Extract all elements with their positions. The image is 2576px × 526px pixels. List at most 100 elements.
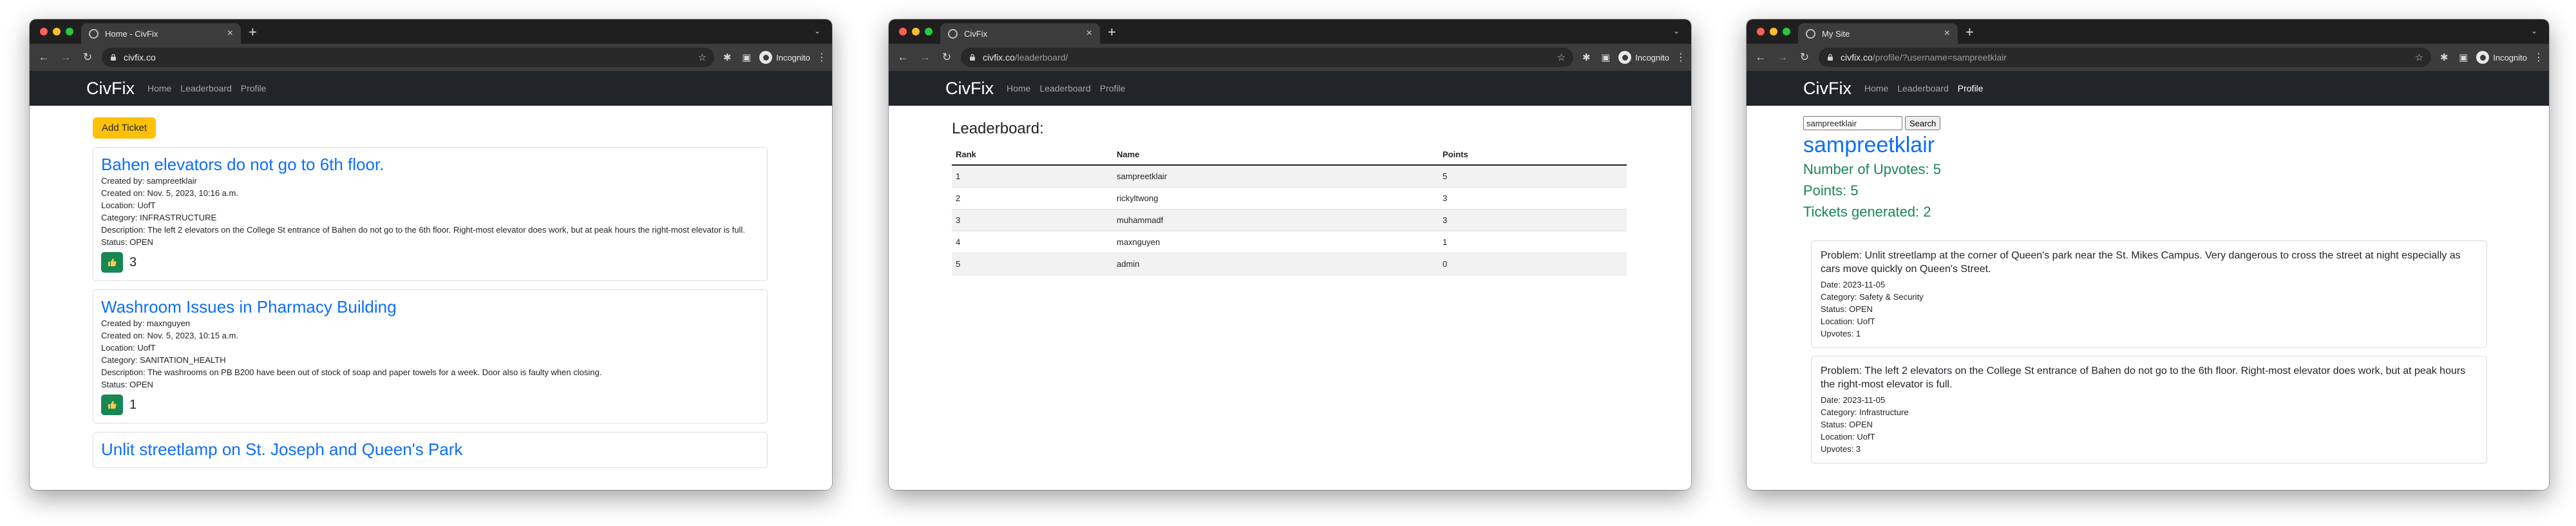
back-arrow-icon[interactable]: ← [36, 51, 52, 64]
browser-tab[interactable]: Home - CivFix × [81, 23, 241, 44]
maximize-window-button[interactable] [66, 28, 73, 35]
profile-username: sampreetklair [1803, 133, 1935, 157]
nav-link-profile[interactable]: Profile [241, 83, 267, 93]
browser-tab[interactable]: My Site × [1798, 23, 1958, 44]
new-tab-button[interactable]: + [1108, 25, 1116, 39]
reload-icon[interactable]: ↻ [80, 51, 95, 64]
nav-link-leaderboard[interactable]: Leaderboard [180, 83, 231, 93]
upvote-button[interactable] [101, 394, 123, 415]
nav-link-home[interactable]: Home [1007, 83, 1030, 93]
upvote-row: 3 [101, 252, 759, 273]
upvote-button[interactable] [101, 252, 123, 273]
name-cell: admin [1113, 253, 1439, 275]
incognito-indicator[interactable]: Incognito [759, 51, 810, 64]
incognito-indicator[interactable]: Incognito [2476, 51, 2527, 64]
chevron-down-icon[interactable]: ⌄ [814, 26, 820, 35]
tab-strip: My Site × + ⌄ [1747, 19, 2549, 44]
nav-link-leaderboard[interactable]: Leaderboard [1039, 83, 1090, 93]
puzzle-icon[interactable]: ✱ [1580, 52, 1593, 63]
reload-icon[interactable]: ↻ [939, 51, 954, 64]
close-tab-icon[interactable]: × [227, 28, 233, 39]
sidepanel-icon[interactable]: ▣ [740, 52, 753, 63]
add-ticket-button[interactable]: Add Ticket [93, 117, 156, 139]
tab-title: My Site [1822, 28, 1850, 39]
minimize-window-button[interactable] [912, 28, 920, 35]
forward-arrow-icon[interactable]: → [58, 51, 73, 64]
more-menu-icon[interactable]: ⋮ [1676, 51, 1686, 64]
browser-toolbar: ← → ↻ civfix.co/leaderboard/ ☆ ✱ ▣ Incog… [889, 44, 1691, 71]
ticket-location: Location: UofT [101, 200, 156, 210]
sidepanel-icon[interactable]: ▣ [2457, 52, 2470, 63]
brand-logo[interactable]: CivFix [1803, 79, 1852, 99]
back-arrow-icon[interactable]: ← [1753, 51, 1768, 64]
nav-link-home[interactable]: Home [1864, 83, 1888, 93]
star-icon[interactable]: ☆ [698, 52, 706, 63]
more-menu-icon[interactable]: ⋮ [2533, 51, 2544, 64]
upvote-count: 3 [129, 255, 137, 269]
browser-window-profile: My Site × + ⌄ ← → ↻ civfix.co/profile/?u… [1747, 19, 2549, 490]
username-search-input[interactable] [1803, 116, 1902, 130]
ticket-title-link[interactable]: Washroom Issues in Pharmacy Building [101, 297, 759, 317]
back-arrow-icon[interactable]: ← [895, 51, 911, 64]
nav-link-leaderboard[interactable]: Leaderboard [1897, 83, 1948, 93]
points-stat: Points: 5 [1803, 182, 1859, 199]
problem-category: Category: Safety & Security [1821, 292, 1924, 302]
maximize-window-button[interactable] [1783, 28, 1790, 35]
name-cell: rickyltwong [1113, 187, 1439, 209]
star-icon[interactable]: ☆ [1557, 52, 1566, 63]
close-window-button[interactable] [1757, 28, 1765, 35]
points-cell: 5 [1439, 165, 1627, 188]
chevron-down-icon[interactable]: ⌄ [1673, 26, 1680, 35]
puzzle-icon[interactable]: ✱ [2438, 52, 2450, 63]
browser-window-home: Home - CivFix × + ⌄ ← → ↻ civfix.co ☆ ✱ … [30, 19, 832, 490]
column-header-points: Points [1439, 144, 1627, 166]
minimize-window-button[interactable] [1770, 28, 1777, 35]
url-host: civfix.co [1841, 52, 1873, 63]
rank-cell: 5 [952, 253, 1113, 275]
address-bar[interactable]: civfix.co/leaderboard/ ☆ [961, 48, 1574, 67]
reload-icon[interactable]: ↻ [1797, 51, 1812, 64]
nav-link-home[interactable]: Home [147, 83, 171, 93]
ticket-category: Category: SANITATION_HEALTH [101, 355, 226, 365]
sidepanel-icon[interactable]: ▣ [1599, 52, 1612, 63]
minimize-window-button[interactable] [53, 28, 61, 35]
brand-logo[interactable]: CivFix [86, 79, 135, 99]
close-window-button[interactable] [899, 28, 907, 35]
globe-icon [948, 28, 958, 39]
points-cell: 1 [1439, 231, 1627, 253]
incognito-indicator[interactable]: Incognito [1618, 51, 1669, 64]
address-bar[interactable]: civfix.co ☆ [102, 48, 715, 67]
forward-arrow-icon[interactable]: → [917, 51, 933, 64]
url-text: civfix.co/profile/?username=sampreetklai… [1841, 52, 2409, 63]
ticket-title-link[interactable]: Bahen elevators do not go to 6th floor. [101, 154, 759, 175]
brand-logo[interactable]: CivFix [945, 79, 994, 99]
nav-link-profile[interactable]: Profile [1100, 83, 1126, 93]
table-row: 2 rickyltwong 3 [952, 187, 1627, 209]
browser-tab[interactable]: CivFix × [940, 23, 1100, 44]
close-tab-icon[interactable]: × [1944, 28, 1950, 39]
search-button[interactable]: Search [1905, 116, 1941, 130]
thumbs-up-icon [108, 258, 117, 266]
thumbs-up-icon [108, 401, 117, 409]
tab-strip: Home - CivFix × + ⌄ [30, 19, 832, 44]
points-cell: 3 [1439, 209, 1627, 231]
maximize-window-button[interactable] [925, 28, 933, 35]
close-tab-icon[interactable]: × [1086, 28, 1092, 39]
table-header-row: Rank Name Points [952, 144, 1627, 166]
globe-icon [1806, 28, 1815, 39]
new-tab-button[interactable]: + [249, 25, 257, 39]
chevron-down-icon[interactable]: ⌄ [2531, 26, 2537, 35]
nav-link-profile[interactable]: Profile [1958, 83, 1984, 93]
address-bar[interactable]: civfix.co/profile/?username=sampreetklai… [1819, 48, 2432, 67]
new-tab-button[interactable]: + [1965, 25, 1974, 39]
ticket-status: Status: OPEN [101, 237, 153, 247]
forward-arrow-icon[interactable]: → [1775, 51, 1790, 64]
more-menu-icon[interactable]: ⋮ [817, 51, 827, 64]
ticket-title-link[interactable]: Unlit streetlamp on St. Joseph and Queen… [101, 439, 759, 460]
close-window-button[interactable] [40, 28, 48, 35]
puzzle-icon[interactable]: ✱ [721, 52, 734, 63]
star-icon[interactable]: ☆ [2415, 52, 2423, 63]
problem-location: Location: UofT [1821, 317, 1875, 326]
lock-icon [970, 54, 975, 61]
column-header-rank: Rank [952, 144, 1113, 166]
